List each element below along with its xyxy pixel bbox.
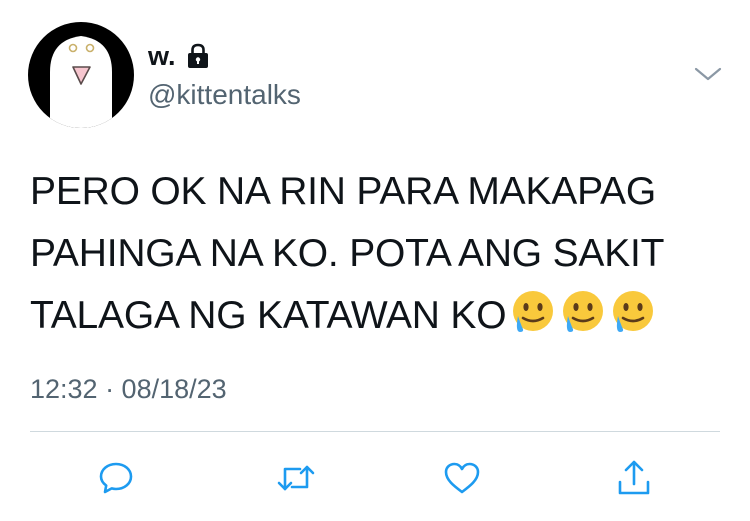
more-options-button[interactable] — [692, 62, 724, 86]
chevron-down-icon — [694, 67, 722, 81]
tweet-actions — [0, 454, 750, 502]
share-icon — [618, 460, 650, 495]
avatar[interactable] — [28, 22, 134, 128]
smiling-face-with-tear-icon — [560, 288, 606, 353]
heart-icon — [444, 462, 480, 494]
tweet-text: PERO OK NA RIN PARA MAKAPAG PAHINGA NA K… — [30, 161, 730, 353]
ghost-avatar-icon — [50, 36, 112, 128]
reply-button[interactable] — [92, 454, 140, 502]
smiling-face-with-tear-icon — [610, 288, 656, 353]
user-handle[interactable]: @kittentalks — [148, 78, 301, 112]
retweet-button[interactable] — [272, 454, 320, 502]
retweet-icon — [277, 465, 315, 491]
lock-icon — [187, 43, 208, 68]
reply-icon — [99, 462, 133, 494]
tweet-timestamp[interactable]: 12:32 · 08/18/23 — [30, 372, 227, 406]
divider — [30, 431, 720, 432]
user-name-row: w. — [148, 40, 210, 72]
share-button[interactable] — [610, 454, 658, 502]
display-name[interactable]: w. — [148, 40, 176, 72]
smiling-face-with-tear-icon — [510, 288, 556, 353]
like-button[interactable] — [438, 454, 486, 502]
